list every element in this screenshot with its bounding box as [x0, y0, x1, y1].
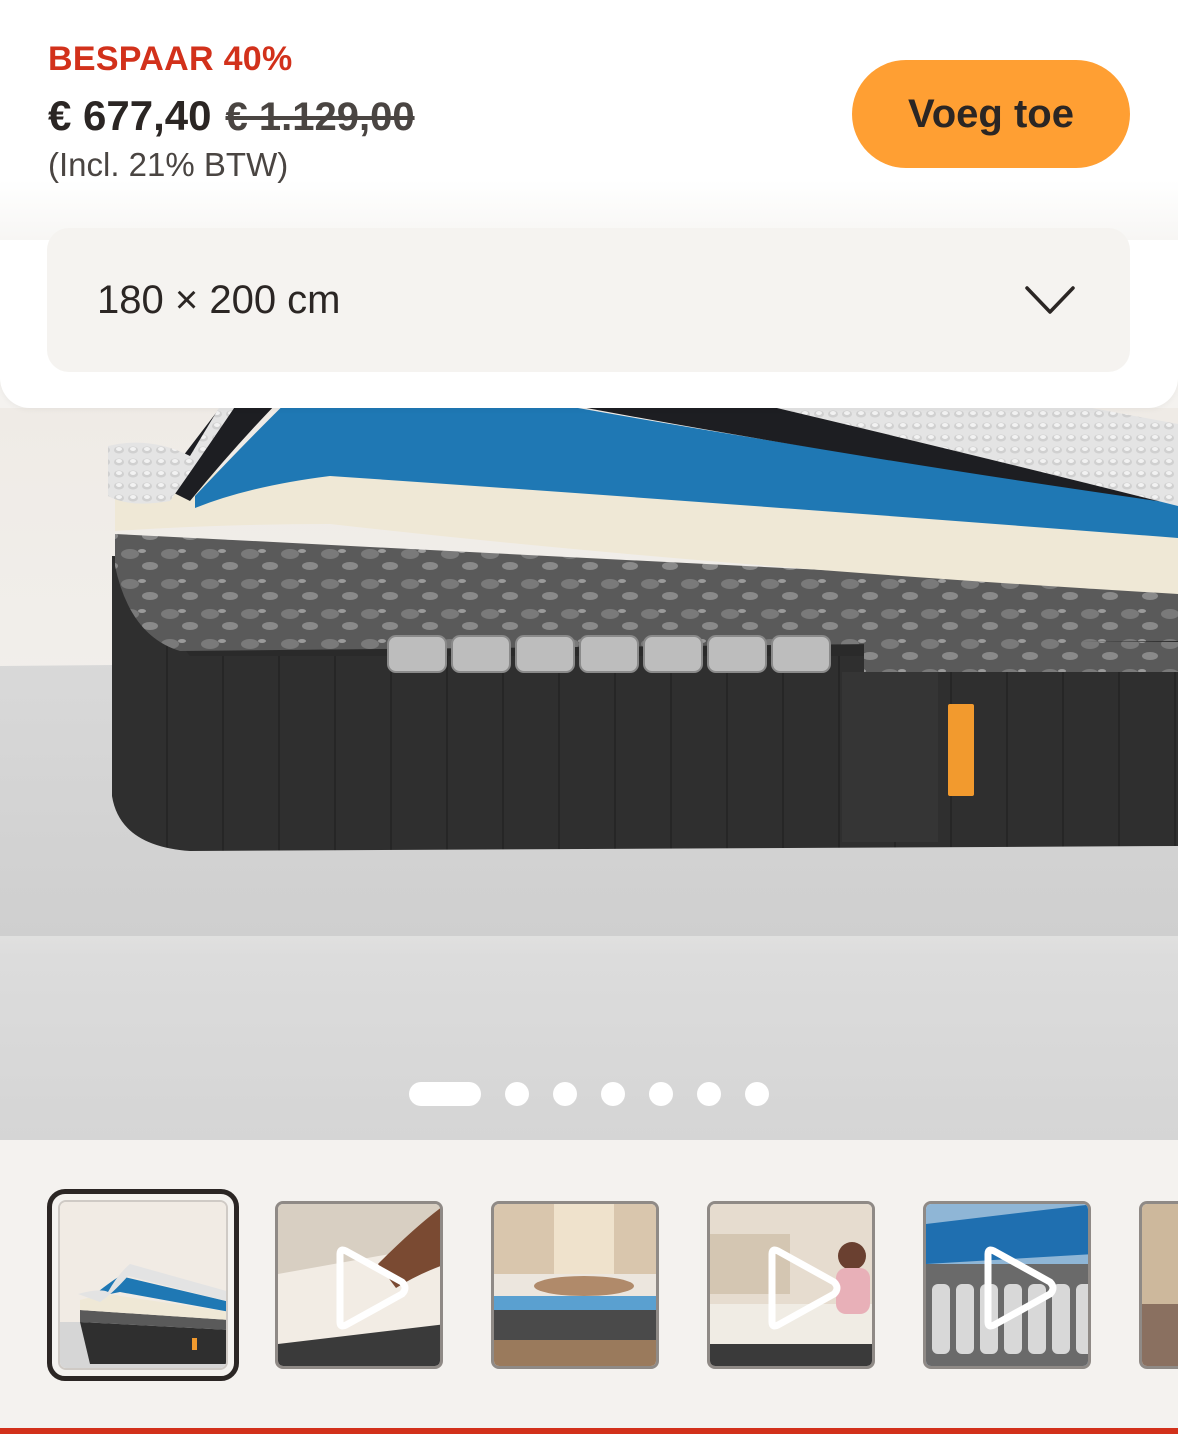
thumbnail-mattress-image: [60, 1202, 226, 1368]
play-icon: [336, 1246, 409, 1330]
size-dropdown[interactable]: 180 × 200 cm: [47, 228, 1130, 372]
discount-label: BESPAAR 40%: [48, 40, 293, 78]
carousel-dot[interactable]: [601, 1082, 625, 1106]
thumbnail-video-hand-press[interactable]: [275, 1201, 443, 1369]
carousel-dot[interactable]: [553, 1082, 577, 1106]
carousel-dot[interactable]: [505, 1082, 529, 1106]
carousel-dot-active[interactable]: [409, 1082, 481, 1106]
brand-tag: [948, 704, 974, 796]
carousel-dot[interactable]: [649, 1082, 673, 1106]
bottom-accent-bar: [0, 1428, 1178, 1434]
original-price: € 1.129,00: [225, 95, 415, 139]
thumbnail-video-family[interactable]: [707, 1201, 875, 1369]
thumbnail-video-springs[interactable]: [923, 1201, 1091, 1369]
size-selected-value: 180 × 200 cm: [97, 278, 341, 322]
thumbnail-partial[interactable]: [1139, 1201, 1178, 1369]
thumbnail-partial-image: [1142, 1204, 1178, 1366]
carousel-dot[interactable]: [697, 1082, 721, 1106]
play-icon: [984, 1246, 1057, 1330]
play-icon: [768, 1246, 841, 1330]
product-image[interactable]: [0, 408, 1178, 1140]
chevron-down-icon: [1025, 286, 1075, 314]
add-to-cart-button[interactable]: Voeg toe: [852, 60, 1130, 168]
thumbnail-mattress[interactable]: [58, 1200, 228, 1370]
carousel-dot[interactable]: [745, 1082, 769, 1106]
thumbnail-bedroom-sleep[interactable]: [491, 1201, 659, 1369]
current-price: € 677,40: [48, 92, 212, 139]
mattress-illustration: [0, 408, 1178, 936]
thumbnail-bedroom-image: [494, 1204, 656, 1366]
vat-note: (Incl. 21% BTW): [48, 146, 289, 183]
price-row: € 677,40 € 1.129,00: [48, 92, 415, 140]
